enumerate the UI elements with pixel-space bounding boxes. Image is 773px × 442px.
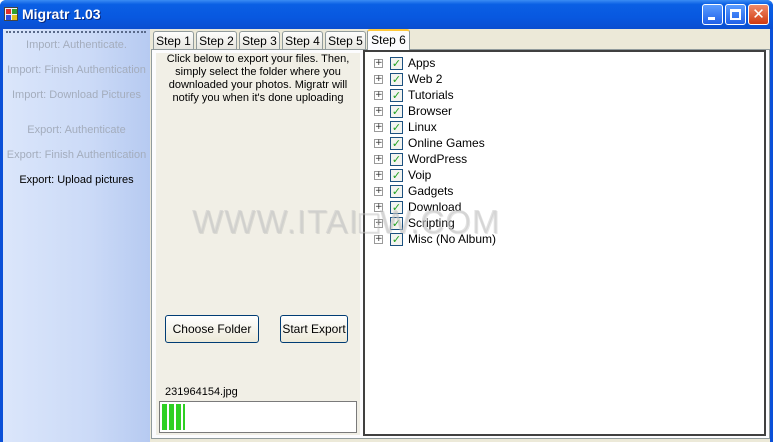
window-title: Migratr 1.03: [22, 6, 101, 22]
album-label: Online Games: [408, 136, 485, 150]
tab-step-4[interactable]: Step 4: [282, 31, 323, 51]
album-checkbox[interactable]: ✓: [390, 169, 403, 182]
maximize-icon: [730, 9, 741, 20]
current-file-label: 231964154.jpg: [165, 386, 238, 398]
album-label: Scripting: [408, 216, 455, 230]
close-icon: ✕: [752, 5, 765, 23]
instruction-line: notify you when it's done uploading: [172, 92, 344, 104]
expand-icon[interactable]: +: [374, 155, 383, 164]
expand-icon[interactable]: +: [374, 91, 383, 100]
tab-page-step-6: Click below to export your files. Then, …: [151, 49, 770, 439]
tab-step-1[interactable]: Step 1: [153, 31, 194, 51]
expand-icon[interactable]: +: [374, 219, 383, 228]
sidebar-item-export-authenticate: Export: Authenticate: [27, 124, 126, 136]
sidebar-item-export-upload-pictures: Export: Upload pictures: [19, 174, 134, 186]
album-label: Voip: [408, 168, 432, 182]
album-tree[interactable]: + ✓ Apps + ✓ Web 2 + ✓ Tutorials + ✓ Browser + ✓ Linux…: [363, 50, 766, 436]
album-checkbox[interactable]: ✓: [390, 233, 403, 246]
tab-step-6[interactable]: Step 6: [367, 29, 410, 50]
album-label: Download: [408, 200, 462, 214]
app-window: Migratr 1.03 ✕ Import: Authenticate. Imp…: [0, 0, 773, 442]
expand-icon[interactable]: +: [374, 187, 383, 196]
instruction-line: simply select the folder where you: [175, 66, 341, 78]
export-instructions: Click below to export your files. Then, …: [156, 53, 360, 105]
album-label: Gadgets: [408, 184, 454, 198]
sidebar-item-export-finish-authentication: Export: Finish Authentication: [6, 149, 147, 161]
album-label: WordPress: [408, 152, 468, 166]
sidebar-divider: [6, 31, 146, 33]
expand-icon[interactable]: +: [374, 139, 383, 148]
expand-icon[interactable]: +: [374, 123, 383, 132]
tab-step-2[interactable]: Step 2: [196, 31, 237, 51]
title-bar[interactable]: Migratr 1.03 ✕: [0, 0, 773, 29]
expand-icon[interactable]: +: [374, 59, 383, 68]
album-label: Misc (No Album): [408, 232, 497, 246]
expand-icon[interactable]: +: [374, 107, 383, 116]
start-export-button[interactable]: Start Export: [280, 315, 348, 343]
client-area: Import: Authenticate. Import: Finish Aut…: [3, 29, 770, 442]
wizard-steps-sidebar: Import: Authenticate. Import: Finish Aut…: [3, 29, 150, 442]
app-icon[interactable]: [4, 7, 18, 21]
maximize-button[interactable]: [725, 4, 746, 25]
close-button[interactable]: ✕: [748, 4, 769, 25]
tab-step-5[interactable]: Step 5: [325, 31, 366, 51]
expand-icon[interactable]: +: [374, 171, 383, 180]
album-label: Tutorials: [408, 88, 454, 102]
album-label: Apps: [408, 56, 436, 70]
album-checkbox[interactable]: ✓: [390, 73, 403, 86]
progress-fill: [162, 404, 185, 430]
album-label: Web 2: [408, 72, 443, 86]
instruction-line: Click below to export your files. Then,: [166, 53, 350, 65]
main-panel: Step 1 Step 2 Step 3 Step 4 Step 5 Step …: [150, 29, 770, 442]
instruction-line: downloaded your photos. Migratr will: [168, 79, 348, 91]
album-checkbox[interactable]: ✓: [390, 137, 403, 150]
expand-icon[interactable]: +: [374, 203, 383, 212]
album-checkbox[interactable]: ✓: [390, 201, 403, 214]
export-panel: Click below to export your files. Then, …: [156, 53, 360, 435]
tab-step-3[interactable]: Step 3: [239, 31, 280, 51]
album-label: Linux: [408, 120, 437, 134]
expand-icon[interactable]: +: [374, 75, 383, 84]
expand-icon[interactable]: +: [374, 235, 383, 244]
album-checkbox[interactable]: ✓: [390, 121, 403, 134]
sidebar-item-import-download-pictures: Import: Download Pictures: [12, 89, 141, 101]
album-checkbox[interactable]: ✓: [390, 153, 403, 166]
sidebar-item-import-authenticate: Import: Authenticate.: [26, 39, 127, 51]
album-checkbox[interactable]: ✓: [390, 89, 403, 102]
album-checkbox[interactable]: ✓: [390, 185, 403, 198]
sidebar-item-import-finish-authentication: Import: Finish Authentication: [7, 64, 146, 76]
minimize-button[interactable]: [702, 4, 723, 25]
choose-folder-button[interactable]: Choose Folder: [165, 315, 259, 343]
album-checkbox[interactable]: ✓: [390, 57, 403, 70]
album-checkbox[interactable]: ✓: [390, 217, 403, 230]
upload-progress-bar: [159, 401, 357, 433]
album-checkbox[interactable]: ✓: [390, 105, 403, 118]
album-label: Browser: [408, 104, 453, 118]
minimize-icon: [708, 17, 715, 20]
